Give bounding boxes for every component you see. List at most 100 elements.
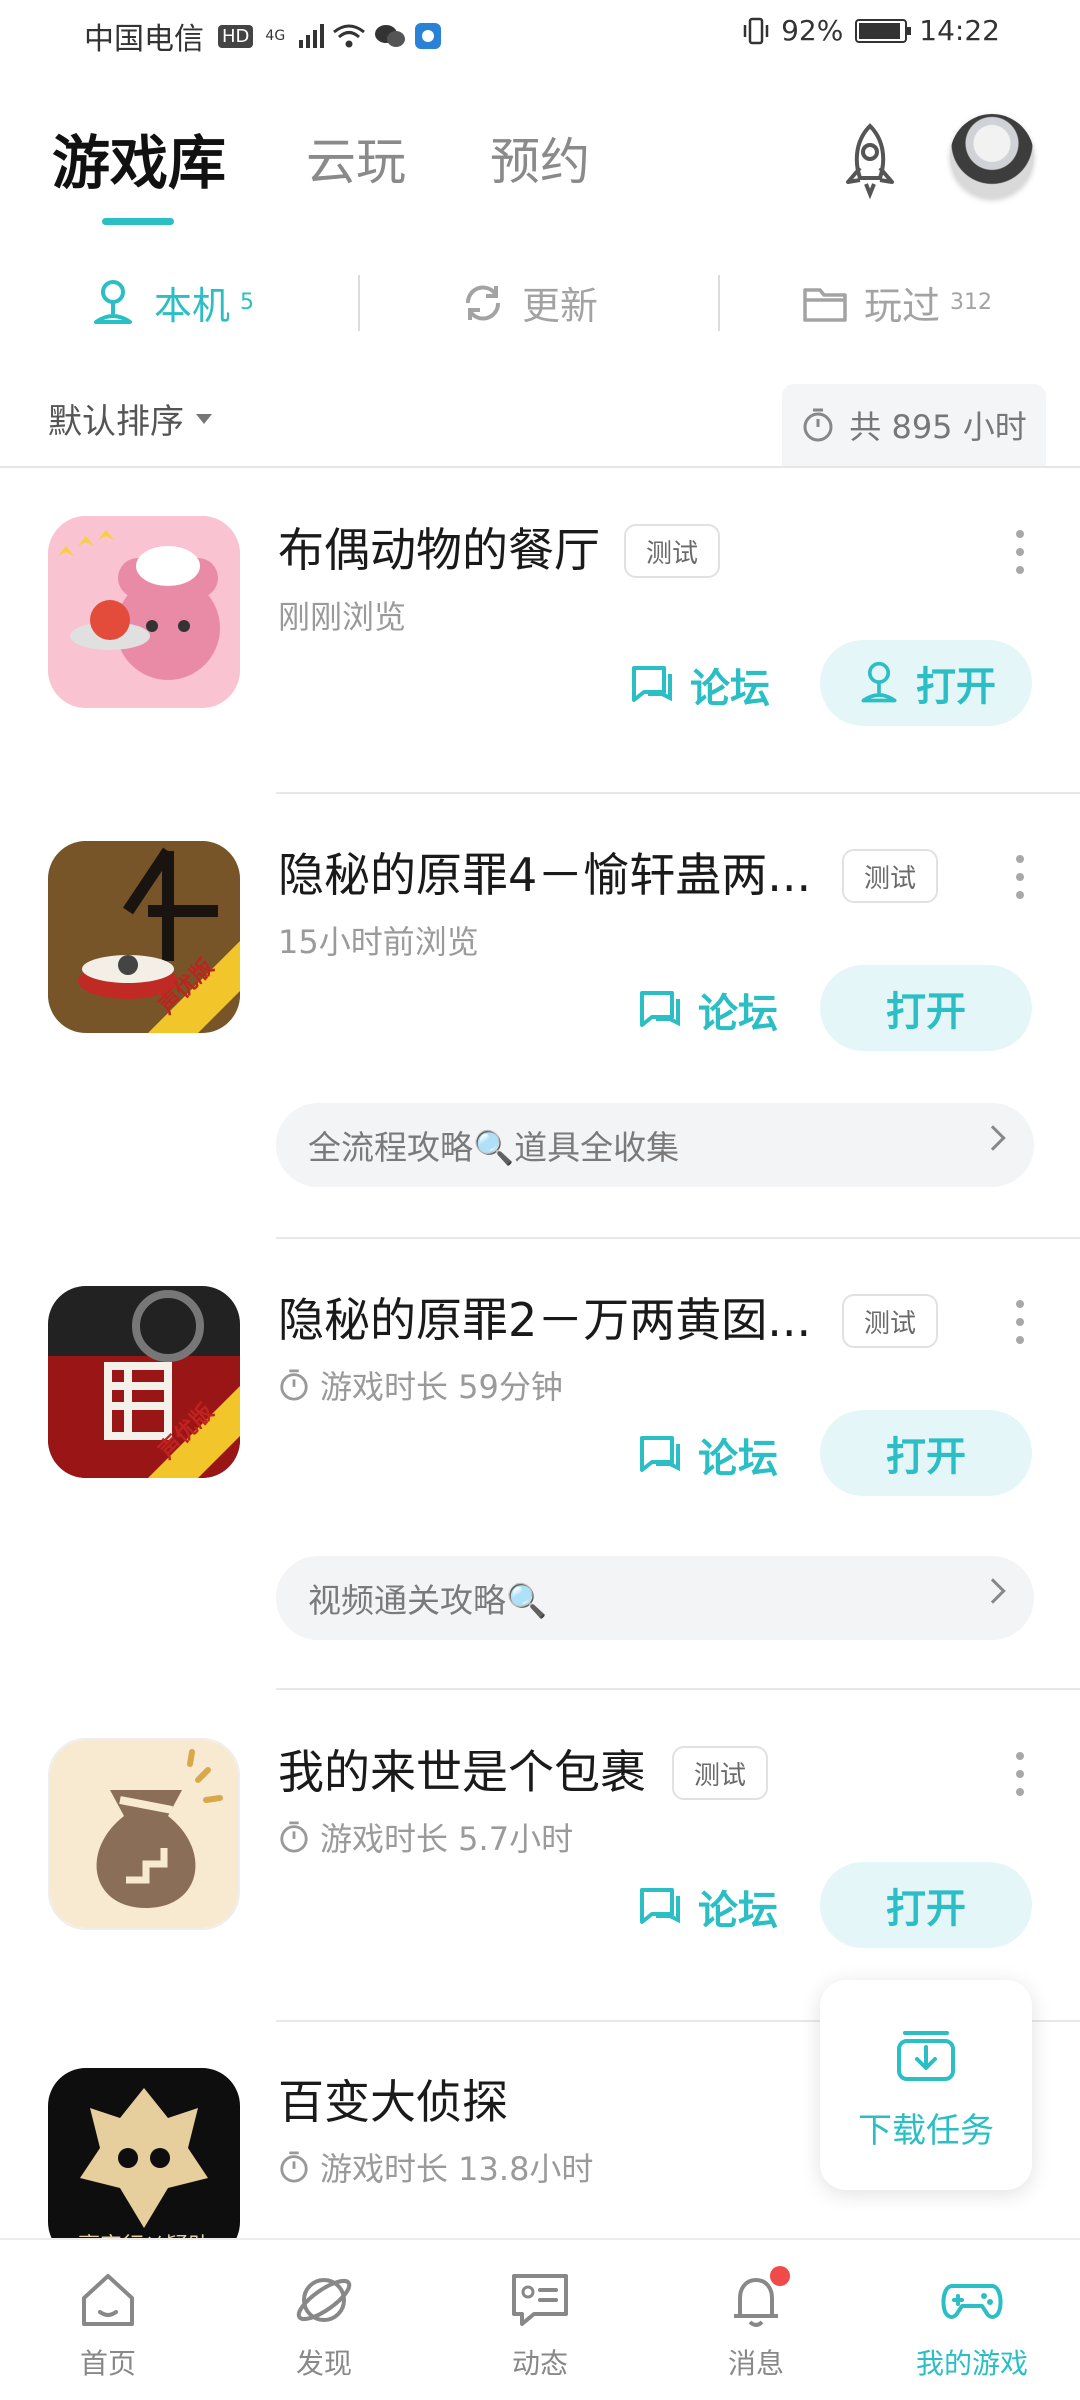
battery-percent: 92% (781, 14, 844, 47)
game-icon-hidden-sin-4[interactable]: 声优版 (48, 841, 240, 1033)
more-icon[interactable] (1014, 530, 1026, 574)
vibrate-icon (743, 17, 769, 44)
signal-icon (299, 24, 325, 48)
subtab-played-label: 玩过 (864, 284, 941, 328)
game-subtitle-text: 游戏时长 13.8小时 (320, 2150, 594, 2188)
divider (276, 1688, 1080, 1690)
planet-icon (296, 2278, 352, 2322)
subtab-played-count: 312 (950, 290, 993, 315)
game-icon-parcel[interactable] (48, 1738, 240, 1930)
more-icon[interactable] (1014, 855, 1026, 899)
tab-cloud-play[interactable]: 云玩 (306, 122, 406, 194)
nav-discover-label: 发现 (295, 2347, 352, 2380)
subtab-played[interactable]: 玩过 312 (802, 275, 992, 330)
game-subtitle: 游戏时长 13.8小时 (278, 2144, 593, 2190)
status-left: 中国电信 HD 4G (84, 14, 442, 58)
open-button[interactable]: 打开 (820, 640, 1032, 726)
sort-label: 默认排序 (48, 402, 184, 442)
top-navigation: 游戏库 云玩 预约 (0, 100, 1080, 230)
rocket-icon[interactable] (830, 120, 910, 200)
forum-icon (640, 991, 680, 1027)
game-icon-detective[interactable]: 豪宅行凶疑助 (48, 2068, 240, 2260)
more-icon[interactable] (1014, 1300, 1026, 1344)
game-subtitle-text: 15小时前浏览 (278, 923, 479, 961)
dropdown-arrow-icon (196, 413, 212, 424)
open-button[interactable]: 打开 (820, 965, 1032, 1051)
forum-label: 论坛 (698, 991, 778, 1037)
status-right: 92% 14:22 (743, 14, 1000, 47)
phone-user-icon (94, 279, 132, 324)
forum-button[interactable]: 论坛 (630, 656, 770, 714)
total-playtime-label: 共 895 小时 (849, 408, 1027, 446)
refresh-icon (465, 284, 501, 321)
game-title[interactable]: 我的来世是个包裹 (278, 1736, 646, 1802)
sort-row: 默认排序 共 895 小时 (0, 380, 1080, 466)
download-task-button[interactable]: 下载任务 (820, 1980, 1032, 2190)
game-subtitle: 15小时前浏览 (278, 917, 479, 963)
nav-home[interactable]: 首页 (8, 2268, 208, 2382)
nav-feed-label: 动态 (511, 2347, 568, 2380)
guide-link[interactable]: 全流程攻略🔍道具全收集 (276, 1103, 1034, 1187)
app-notification-icon (415, 23, 442, 49)
folder-icon (803, 287, 847, 322)
bell-icon (724, 2266, 790, 2332)
phone-user-icon (861, 661, 897, 703)
subtab-update[interactable]: 更新 (460, 275, 598, 330)
sort-dropdown[interactable]: 默认排序 (48, 394, 212, 443)
nav-feed[interactable]: 动态 (440, 2268, 640, 2382)
forum-icon (632, 666, 672, 702)
forum-button[interactable]: 论坛 (638, 981, 778, 1039)
nav-discover[interactable]: 发现 (224, 2268, 424, 2382)
nav-my-games[interactable]: 我的游戏 (872, 2268, 1072, 2382)
game-title[interactable]: 隐秘的原罪4－愉轩蛊两... (278, 839, 811, 905)
game-icon-hidden-sin-2[interactable]: 声优版 (48, 1286, 240, 1478)
stopwatch-icon (280, 2151, 308, 2183)
stopwatch-icon (280, 1821, 308, 1853)
user-avatar[interactable] (950, 114, 1034, 198)
separator (0, 466, 1080, 468)
game-subtitle: 游戏时长 59分钟 (278, 1362, 563, 1408)
chevron-right-icon (980, 1578, 1006, 1604)
download-icon (897, 2030, 955, 2081)
subtab-update-label: 更新 (522, 284, 599, 328)
game-title[interactable]: 百变大侦探 (278, 2066, 508, 2132)
game-icon-teddy-restaurant[interactable] (48, 516, 240, 708)
open-button[interactable]: 打开 (820, 1862, 1032, 1948)
subtab-local[interactable]: 本机 5 (88, 275, 254, 330)
gamepad-icon (941, 2284, 1003, 2319)
game-title[interactable]: 隐秘的原罪2－万两黄囡... (278, 1284, 811, 1350)
guide-link[interactable]: 视频通关攻略🔍 (276, 1556, 1034, 1640)
battery-icon (855, 18, 912, 43)
wechat-icon (375, 25, 406, 47)
bottom-navigation: 首页 发现 动态 消息 我的游戏 (0, 2238, 1080, 2400)
game-subtitle-text: 游戏时长 5.7小时 (320, 1820, 574, 1858)
game-subtitle-text: 刚刚浏览 (278, 598, 407, 636)
open-button[interactable]: 打开 (820, 1410, 1032, 1496)
forum-button[interactable]: 论坛 (638, 1426, 778, 1484)
tab-game-library[interactable]: 游戏库 (52, 116, 226, 200)
divider (358, 275, 360, 331)
nav-messages[interactable]: 消息 (656, 2266, 856, 2382)
forum-button[interactable]: 论坛 (638, 1878, 778, 1936)
clock: 14:22 (919, 14, 1000, 47)
forum-icon (640, 1436, 680, 1472)
forum-label: 论坛 (698, 1436, 778, 1482)
chevron-right-icon (980, 1125, 1006, 1151)
total-playtime[interactable]: 共 895 小时 (782, 384, 1046, 466)
open-label: 打开 (916, 664, 996, 710)
nav-home-label: 首页 (79, 2347, 136, 2380)
test-tag: 测试 (672, 1746, 768, 1800)
game-subtitle: 游戏时长 5.7小时 (278, 1814, 573, 1860)
open-label: 打开 (886, 1886, 966, 1932)
test-tag: 测试 (842, 1294, 938, 1348)
divider (718, 275, 720, 331)
more-icon[interactable] (1014, 1752, 1026, 1796)
tab-reservation[interactable]: 预约 (490, 122, 590, 194)
sub-tabs: 本机 5 更新 玩过 312 (0, 255, 1080, 351)
active-tab-indicator (102, 218, 174, 225)
game-subtitle-text: 游戏时长 59分钟 (320, 1368, 563, 1406)
forum-label: 论坛 (698, 1888, 778, 1934)
game-title[interactable]: 布偶动物的餐厅 (278, 514, 600, 580)
test-tag: 测试 (624, 524, 720, 578)
open-label: 打开 (886, 989, 966, 1035)
